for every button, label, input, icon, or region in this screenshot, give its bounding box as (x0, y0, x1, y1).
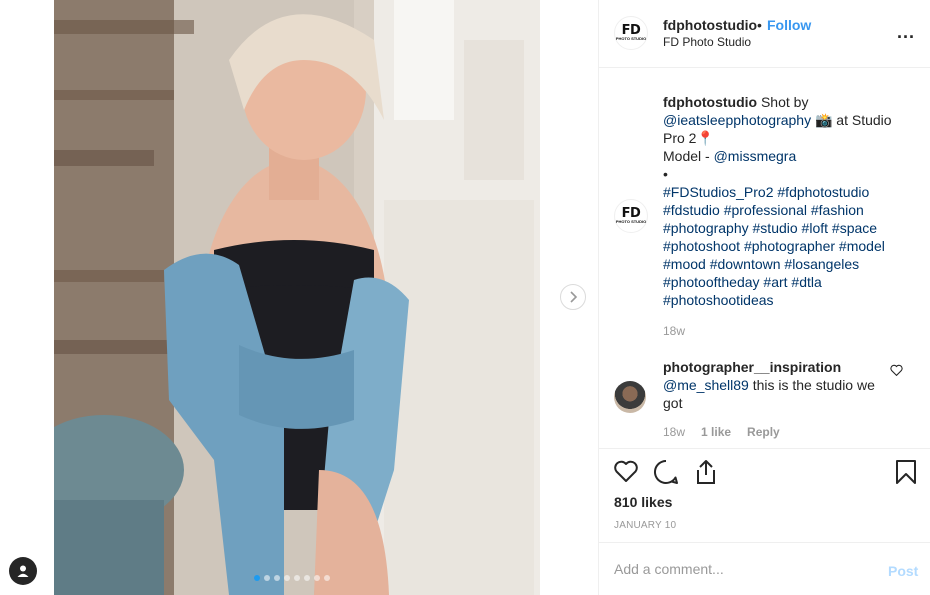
caption-hashtags[interactable]: #FDStudios_Pro2 #fdphotostudio #fdstudio… (663, 184, 885, 308)
caption-text: Shot by (757, 94, 809, 110)
caption-mention-model[interactable]: @missmegra (714, 148, 797, 164)
post-header: FD PHOTO STUDIO fdphotostudio • Follow F… (599, 0, 930, 68)
share-icon[interactable] (694, 459, 718, 490)
comment-username[interactable]: photographer__inspiration (663, 359, 841, 375)
caption-model-prefix: Model - (663, 148, 714, 164)
carousel-dot (264, 575, 270, 581)
next-image-button[interactable] (560, 284, 586, 310)
carousel-dot (304, 575, 310, 581)
profile-avatar[interactable]: FD PHOTO STUDIO (614, 16, 648, 50)
caption-avatar[interactable]: FD PHOTO STUDIO (614, 199, 648, 233)
caption-timestamp: 18w (663, 324, 686, 338)
post-photo[interactable] (54, 0, 540, 595)
comments-section: FD PHOTO STUDIO fdphotostudio Shot by @i… (599, 68, 930, 448)
post-side-panel: FD PHOTO STUDIO fdphotostudio • Follow F… (598, 0, 930, 595)
post-actions: 810 likes JANUARY 10 (599, 448, 930, 542)
avatar-logo-subtext: PHOTO STUDIO (615, 36, 647, 41)
comment-like-icon[interactable] (890, 363, 903, 381)
photo-illustration (54, 0, 540, 595)
comment-timestamp: 18w (663, 425, 686, 439)
comment-reply-button[interactable]: Reply (747, 425, 780, 439)
carousel-dot (324, 575, 330, 581)
avatar-logo-subtext: PHOTO STUDIO (615, 219, 647, 224)
heart-icon[interactable] (613, 459, 639, 488)
bookmark-icon[interactable] (895, 459, 917, 490)
carousel-dot (284, 575, 290, 581)
carousel-dots (254, 575, 330, 581)
header-username[interactable]: fdphotostudio (663, 17, 757, 33)
carousel-dot (314, 575, 320, 581)
likes-count[interactable]: 810 likes (614, 494, 672, 510)
user-icon (17, 565, 29, 577)
comment-likes-count[interactable]: 1 like (701, 425, 731, 439)
header-separator: • (757, 17, 762, 33)
caption-mention-photographer[interactable]: @ieatsleepphotography (663, 112, 811, 128)
user-tags-button[interactable] (9, 557, 37, 585)
add-comment-bar: Post (599, 542, 930, 595)
comment-meta: 18w 1 like Reply (663, 425, 780, 439)
post-caption: fdphotostudio Shot by @ieatsleepphotogra… (663, 93, 913, 309)
comment-item: photographer__inspiration @me_shell89 th… (663, 358, 883, 412)
comment-input[interactable] (614, 561, 854, 577)
post-media (0, 0, 598, 595)
post-comment-button[interactable]: Post (888, 563, 918, 579)
follow-button[interactable]: Follow (767, 17, 811, 33)
carousel-dot (254, 575, 260, 581)
comment-icon[interactable] (653, 459, 679, 490)
caption-username[interactable]: fdphotostudio (663, 94, 757, 110)
chevron-right-icon (570, 291, 578, 303)
caption-bullet: • (663, 166, 668, 182)
post-date: JANUARY 10 (614, 520, 677, 531)
carousel-dot (274, 575, 280, 581)
more-options-icon[interactable]: ... (897, 22, 915, 43)
header-subtitle[interactable]: FD Photo Studio (663, 35, 751, 49)
commenter-avatar[interactable] (614, 381, 646, 413)
carousel-dot (294, 575, 300, 581)
comment-mention[interactable]: @me_shell89 (663, 377, 749, 393)
